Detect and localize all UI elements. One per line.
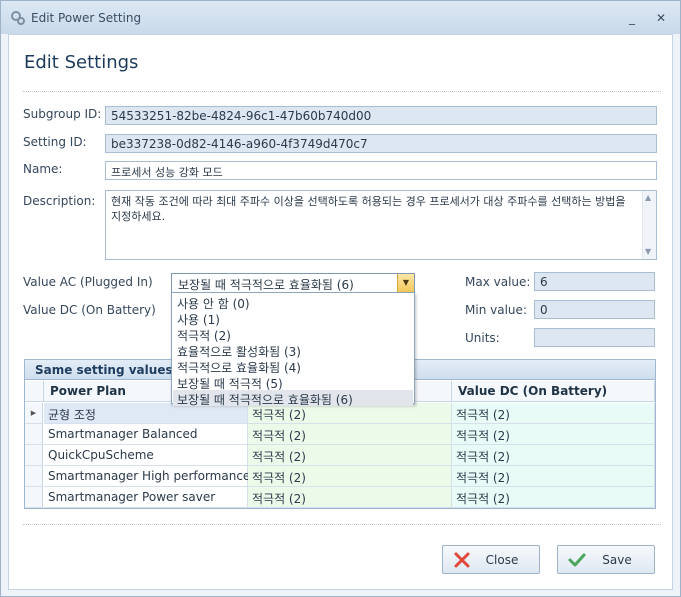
dialog-body: Edit Settings Subgroup ID: 54533251-82be…: [8, 34, 673, 590]
value-dc-cell[interactable]: 적극적 (2): [452, 466, 655, 487]
close-button[interactable]: Close: [442, 545, 540, 574]
value-ac-cell[interactable]: 적극적 (2): [248, 466, 452, 487]
subgroup-id-label: Subgroup ID:: [23, 107, 102, 121]
divider-top: [23, 91, 661, 92]
units-field[interactable]: [534, 328, 655, 347]
close-button-label: Close: [485, 553, 519, 567]
minimize-button[interactable]: _: [623, 10, 641, 26]
title-bar[interactable]: Edit Power Setting _ ✕: [1, 1, 680, 34]
setting-id-label: Setting ID:: [23, 135, 87, 149]
value-dc-label: Value DC (On Battery): [23, 303, 156, 317]
dropdown-option[interactable]: 적극적으로 효율화됨 (4): [173, 358, 413, 375]
dropdown-arrow-icon[interactable]: ▼: [397, 274, 414, 292]
value-ac-selected: 보장될 때 적극적으로 효율화됨 (6): [178, 278, 354, 292]
description-text: 현재 작동 조건에 따라 최대 주파수 이상을 선택하도록 허용되는 경우 프로…: [111, 195, 626, 223]
table-row[interactable]: QuickCpuScheme 적극적 (2) 적극적 (2): [25, 445, 655, 466]
name-field[interactable]: 프로세서 성능 강화 모드: [105, 161, 657, 180]
value-ac-combobox[interactable]: 보장될 때 적극적으로 효율화됨 (6) ▼: [171, 273, 415, 293]
value-ac-label: Value AC (Plugged In): [23, 275, 153, 289]
scroll-up-arrow-icon[interactable]: ▲: [645, 193, 651, 202]
dropdown-option[interactable]: 사용 안 함 (0): [173, 294, 413, 311]
value-ac-cell[interactable]: 적극적 (2): [248, 424, 452, 445]
dropdown-option[interactable]: 적극적 (2): [173, 326, 413, 343]
window-title: Edit Power Setting: [31, 11, 142, 25]
description-textarea[interactable]: 현재 작동 조건에 따라 최대 주파수 이상을 선택하도록 허용되는 경우 프로…: [105, 190, 657, 260]
power-plan-cell[interactable]: Smartmanager Power saver: [44, 487, 248, 508]
row-indicator: [25, 466, 43, 487]
min-value-label: Min value:: [465, 303, 527, 317]
value-dc-cell[interactable]: 적극적 (2): [452, 424, 655, 445]
table-row[interactable]: Smartmanager High performance 적극적 (2) 적극…: [25, 466, 655, 487]
dropdown-option[interactable]: 효율적으로 활성화됨 (3): [173, 342, 413, 359]
save-button-label: Save: [602, 553, 632, 567]
scroll-down-arrow-icon[interactable]: ▼: [645, 247, 651, 256]
min-value-field[interactable]: 0: [534, 300, 655, 319]
power-plan-cell[interactable]: Smartmanager High performance: [44, 466, 250, 487]
row-indicator: [25, 487, 43, 508]
max-value-label: Max value:: [465, 275, 531, 289]
value-ac-cell[interactable]: 적극적 (2): [248, 445, 452, 466]
power-settings-icon: [11, 11, 25, 25]
description-label: Description:: [23, 194, 96, 208]
power-plan-cell[interactable]: Smartmanager Balanced: [44, 424, 248, 445]
current-row-indicator-icon: ▶: [25, 403, 43, 424]
subgroup-id-field[interactable]: 54533251-82be-4824-96c1-47b60b740d00: [105, 106, 657, 125]
close-window-button[interactable]: ✕: [652, 10, 670, 26]
edit-power-setting-window: Edit Power Setting _ ✕ Edit Settings Sub…: [0, 0, 681, 597]
max-value-field[interactable]: 6: [534, 272, 655, 291]
value-dc-cell[interactable]: 적극적 (2): [452, 403, 655, 424]
power-plan-cell[interactable]: QuickCpuScheme: [44, 445, 248, 466]
name-label: Name:: [23, 162, 63, 176]
value-ac-dropdown-list[interactable]: 사용 안 함 (0) 사용 (1) 적극적 (2) 효율적으로 활성화됨 (3)…: [171, 292, 415, 407]
page-title: Edit Settings: [24, 52, 139, 73]
row-indicator: [25, 445, 43, 466]
description-scrollbar[interactable]: ▲ ▼: [642, 191, 656, 259]
grid-header-indicator: [25, 381, 44, 402]
setting-id-field[interactable]: be337238-0d82-4146-a960-4f3749d470c7: [105, 134, 657, 153]
value-dc-cell[interactable]: 적극적 (2): [452, 445, 655, 466]
value-dc-cell[interactable]: 적극적 (2): [452, 487, 655, 508]
dropdown-option[interactable]: 사용 (1): [173, 310, 413, 327]
column-header-value-dc[interactable]: Value DC (On Battery): [452, 381, 655, 402]
dropdown-option[interactable]: 보장될 때 적극적 (5): [173, 374, 413, 391]
save-button[interactable]: Save: [557, 545, 655, 574]
dropdown-option-selected[interactable]: 보장될 때 적극적으로 효율화됨 (6): [173, 390, 413, 407]
divider-bottom: [23, 524, 661, 525]
table-row[interactable]: Smartmanager Balanced 적극적 (2) 적극적 (2): [25, 424, 655, 445]
table-row[interactable]: Smartmanager Power saver 적극적 (2) 적극적 (2): [25, 487, 655, 508]
row-indicator: [25, 424, 43, 445]
units-label: Units:: [465, 331, 500, 345]
value-ac-cell[interactable]: 적극적 (2): [248, 487, 452, 508]
